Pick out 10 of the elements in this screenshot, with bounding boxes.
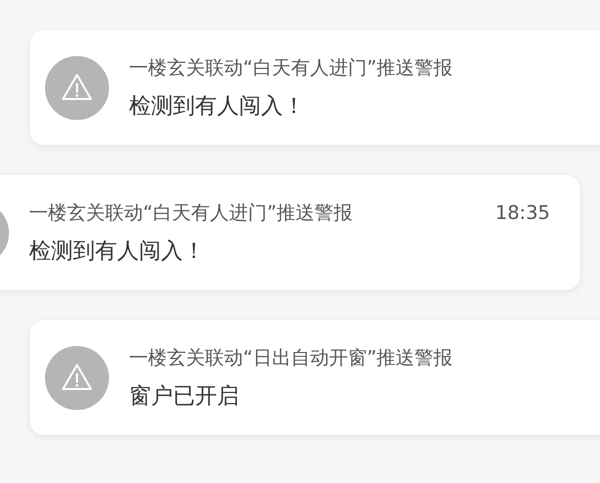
notification-message: 窗户已开启 [129,384,239,410]
notification-title: 一楼玄关联动“日出自动开窗”推送警报 [129,346,453,370]
notification-title: 一楼玄关联动“白天有人进门”推送警报 [29,200,353,224]
notification-card[interactable]: 一楼玄关联动“白天有人进门”推送警报 18:35 检测到有人闯入！ [0,175,580,290]
notification-card[interactable]: 一楼玄关联动“日出自动开窗”推送警报 窗户已开启 [30,320,600,435]
notification-title: 一楼玄关联动“白天有人进门”推送警报 [129,56,453,80]
notification-card[interactable]: 一楼玄关联动“白天有人进门”推送警报 检测到有人闯入！ [30,30,600,145]
notification-time: 18:35 [495,200,550,224]
notification-message: 检测到有人闯入！ [129,94,305,120]
notification-message: 检测到有人闯入！ [29,238,205,264]
